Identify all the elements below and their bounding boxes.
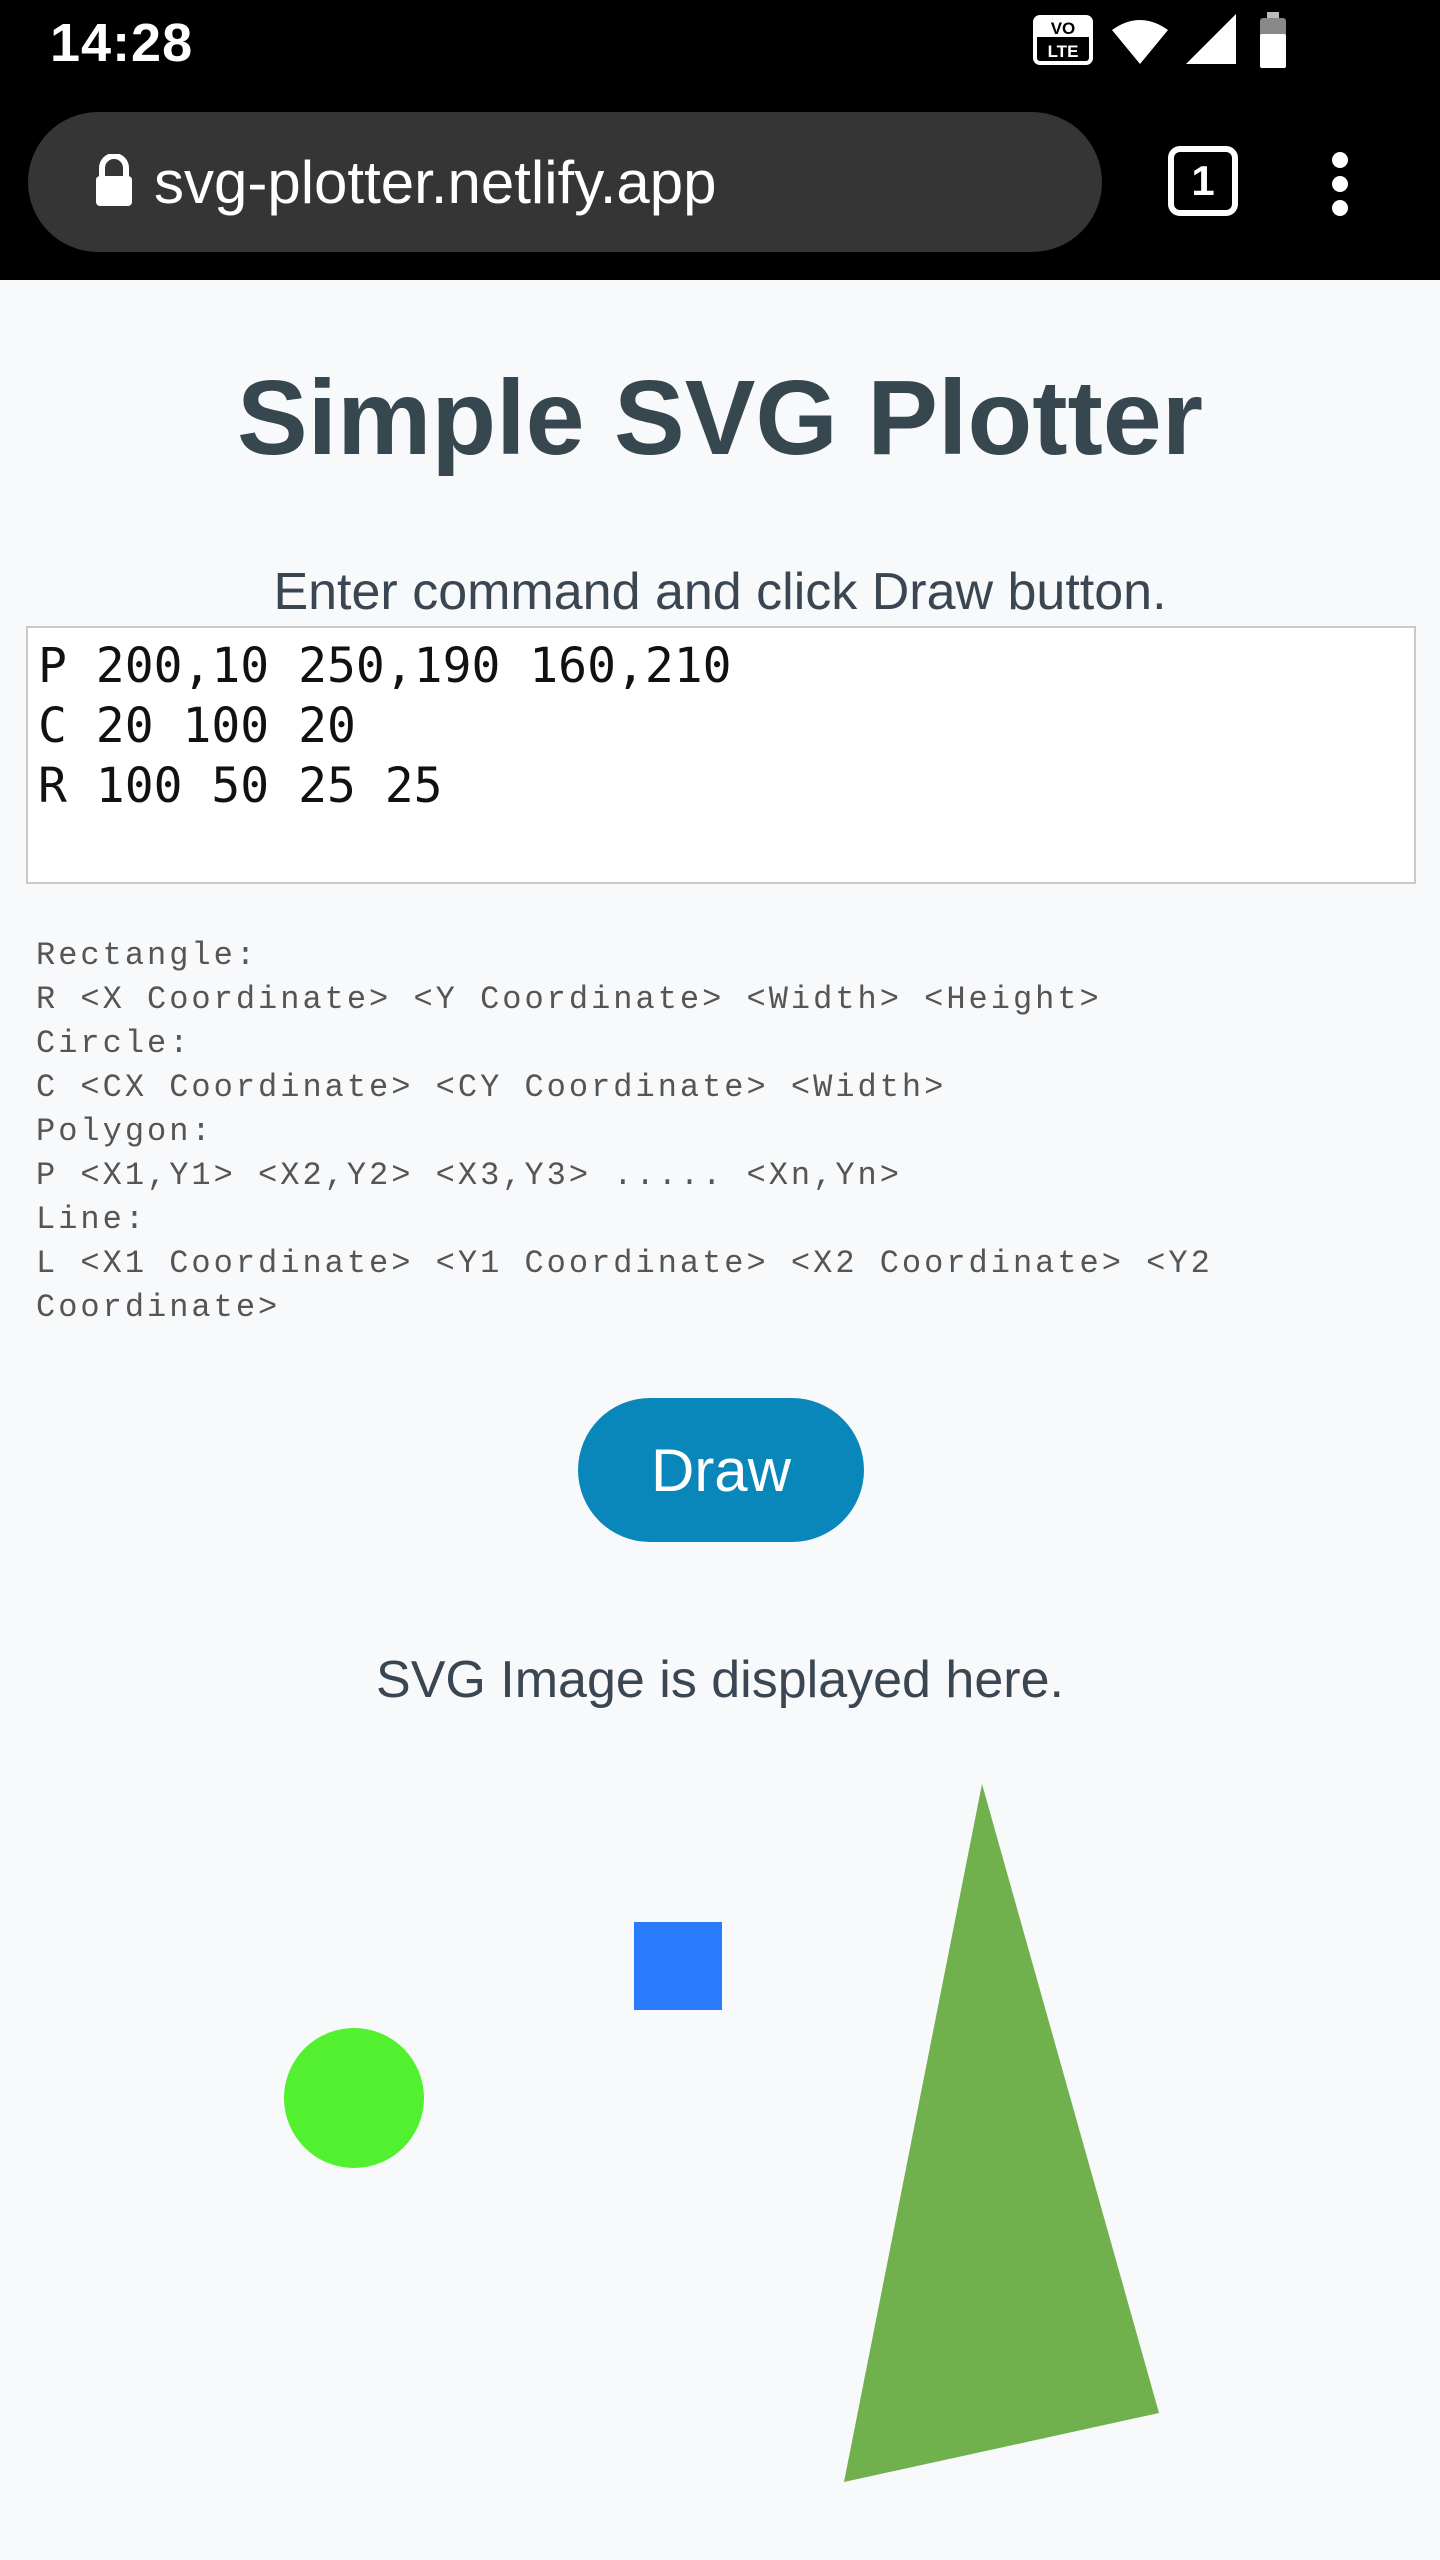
instructions-text: Enter command and click Draw button. [273, 563, 1167, 621]
status-icons: VO LTE [1032, 12, 1392, 74]
tab-switcher-button[interactable]: 1 [1168, 146, 1238, 216]
plotted-rectangle [634, 1922, 722, 2010]
plotted-circle [284, 2028, 424, 2168]
wifi-icon [1112, 20, 1168, 64]
signal-icon [1186, 14, 1236, 64]
volte-icon: VO LTE [1033, 15, 1093, 65]
lock-icon [96, 154, 132, 206]
page-title: Simple SVG Plotter [236, 359, 1203, 477]
status-time: 14:28 [50, 13, 194, 73]
address-bar[interactable]: svg-plotter.netlify.app [28, 112, 1102, 252]
battery-icon [1260, 12, 1286, 68]
command-input[interactable]: P 200,10 250,190 160,210 C 20 100 20 R 1… [26, 626, 1416, 884]
overflow-menu-icon[interactable] [1326, 152, 1356, 216]
draw-button[interactable]: Draw [578, 1398, 864, 1542]
command-help-text: Rectangle: R <X Coordinate> <Y Coordinat… [36, 937, 1213, 1326]
url-text[interactable]: svg-plotter.netlify.app [154, 148, 717, 218]
svg-caption: SVG Image is displayed here. [376, 1651, 1064, 1709]
svg-text:VO: VO [1051, 19, 1076, 38]
plotted-polygon [844, 1784, 1159, 2482]
browser-toolbar: svg-plotter.netlify.app 1 [0, 88, 1440, 280]
svg-text:LTE: LTE [1048, 42, 1079, 61]
status-bar: 14:28 VO LTE [0, 0, 1440, 88]
